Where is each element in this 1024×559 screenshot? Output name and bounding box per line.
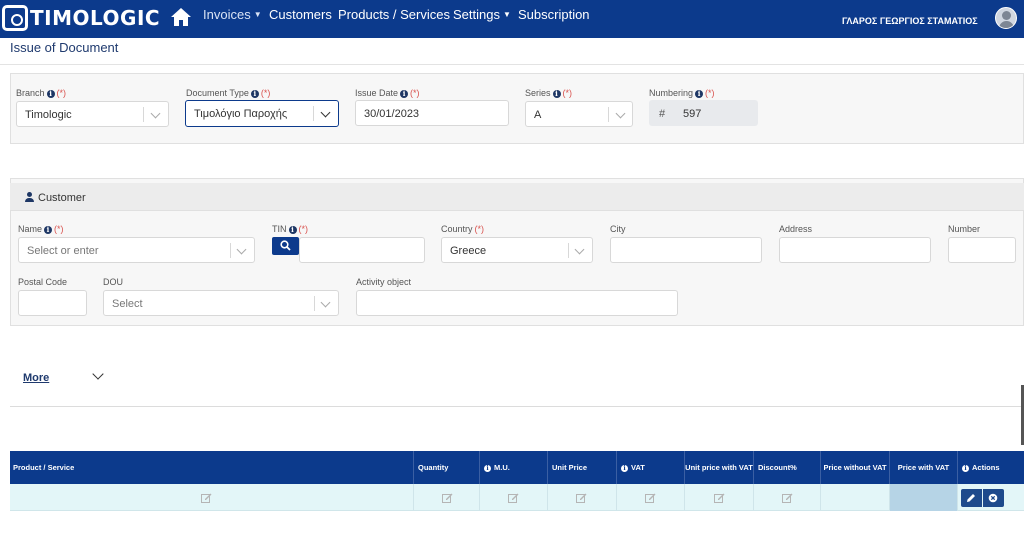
chevron-down-icon	[236, 244, 247, 255]
edit-icon[interactable]	[576, 493, 587, 503]
number-input[interactable]	[948, 237, 1016, 263]
col-quantity: Quantity	[414, 451, 480, 484]
info-icon: i	[250, 90, 259, 98]
nav-invoices[interactable]: Invoices ▼	[203, 7, 262, 22]
top-navbar: TIMOLOGIC Invoices ▼ Customers Products /…	[0, 0, 1024, 38]
chevron-down-icon	[574, 244, 585, 255]
branch-label: Branch i (*)	[16, 88, 67, 98]
tin-search-button[interactable]	[272, 237, 299, 255]
page-title: Issue of Document	[10, 40, 119, 55]
chevron-down-icon	[320, 297, 331, 308]
customer-title: Customer	[38, 192, 86, 204]
cell-price-with-vat	[890, 484, 958, 511]
chevron-down-icon[interactable]	[92, 368, 104, 380]
edit-icon[interactable]	[714, 493, 725, 503]
cell-discount[interactable]	[754, 484, 821, 511]
cell-mu[interactable]	[480, 484, 548, 511]
series-select[interactable]: A	[525, 101, 633, 127]
info-icon: i	[46, 90, 55, 98]
series-label: Series i (*)	[525, 88, 573, 98]
info-icon: i	[400, 90, 409, 98]
info-icon: i	[288, 226, 297, 234]
nav-products-services[interactable]: Products / Services	[338, 7, 450, 22]
items-table-header: Product / Service Quantity i M.U. Unit Pr…	[10, 451, 1024, 484]
col-product-service: Product / Service	[10, 451, 414, 484]
col-discount: Discount%	[754, 451, 821, 484]
close-circle-icon	[988, 493, 998, 503]
col-actions: i Actions	[958, 451, 1024, 484]
nav-subscription[interactable]: Subscription	[518, 7, 590, 22]
chevron-down-icon	[150, 108, 161, 119]
numbering-field: # 597	[649, 100, 758, 126]
tin-input[interactable]	[299, 237, 425, 263]
delete-row-button[interactable]	[983, 489, 1004, 507]
cell-price-without-vat	[821, 484, 890, 511]
more-link[interactable]: More	[23, 372, 49, 384]
logo[interactable]: TIMOLOGIC	[2, 5, 160, 31]
postal-code-input[interactable]	[18, 290, 87, 316]
edit-icon[interactable]	[442, 493, 453, 503]
user-icon	[25, 192, 34, 202]
tin-label: TIN i (*)	[272, 224, 308, 234]
address-label: Address	[779, 224, 813, 234]
issue-date-input[interactable]: 30/01/2023	[355, 100, 509, 126]
issue-date-label: Issue Date i (*)	[355, 88, 420, 98]
branch-select[interactable]: Timologic	[16, 101, 169, 127]
edit-icon[interactable]	[782, 493, 793, 503]
cell-unit-price-with-vat[interactable]	[685, 484, 754, 511]
divider	[10, 406, 1024, 407]
divider	[0, 64, 1024, 65]
cell-product-service[interactable]	[10, 484, 414, 511]
activity-input[interactable]	[356, 290, 678, 316]
username[interactable]: ΓΛΑΡΟΣ ΓΕΩΡΓΙΟΣ ΣΤΑΜΑΤΙΟΣ	[842, 16, 978, 26]
search-icon	[280, 240, 291, 251]
activity-label: Activity object	[356, 277, 412, 287]
city-label: City	[610, 224, 626, 234]
info-icon: i	[962, 465, 969, 472]
dou-label: DOU	[103, 277, 123, 287]
table-row	[10, 484, 1024, 511]
numbering-label: Numbering i (*)	[649, 88, 715, 98]
info-icon: i	[44, 226, 53, 234]
dou-select[interactable]: Select	[103, 290, 339, 316]
cell-actions	[958, 484, 1024, 511]
home-icon[interactable]	[170, 7, 192, 27]
nav-settings[interactable]: Settings ▼	[453, 7, 511, 22]
logo-icon	[2, 5, 28, 31]
customer-header: Customer	[10, 183, 1024, 211]
document-type-label: Document Type i (*)	[186, 88, 271, 98]
customer-name-select[interactable]: Select or enter	[18, 237, 255, 263]
nav-customers[interactable]: Customers	[269, 7, 332, 22]
country-label: Country (*)	[441, 224, 485, 234]
city-input[interactable]	[610, 237, 762, 263]
info-icon: i	[484, 465, 491, 472]
logo-text: TIMOLOGIC	[30, 6, 161, 30]
cell-unit-price[interactable]	[548, 484, 617, 511]
info-icon: i	[621, 465, 628, 472]
col-vat: i VAT	[617, 451, 685, 484]
info-icon: i	[552, 90, 561, 98]
col-unit-price-with-vat: Unit price with VAT	[685, 451, 754, 484]
document-type-select[interactable]: Τιμολόγιο Παροχής	[185, 100, 339, 127]
info-icon: i	[695, 90, 704, 98]
chevron-down-icon	[320, 107, 331, 118]
col-unit-price: Unit Price	[548, 451, 617, 484]
country-select[interactable]: Greece	[441, 237, 593, 263]
avatar-icon[interactable]	[995, 7, 1017, 29]
edit-row-button[interactable]	[961, 489, 982, 507]
edit-icon[interactable]	[645, 493, 656, 503]
postal-code-label: Postal Code	[18, 277, 68, 287]
col-mu: i M.U.	[480, 451, 548, 484]
cell-quantity[interactable]	[414, 484, 480, 511]
chevron-down-icon	[615, 108, 626, 119]
cell-vat[interactable]	[617, 484, 685, 511]
edit-icon[interactable]	[201, 493, 212, 503]
number-label: Number	[948, 224, 981, 234]
pencil-icon	[967, 494, 975, 502]
customer-name-label: Name i (*)	[18, 224, 64, 234]
col-price-without-vat: Price without VAT	[821, 451, 890, 484]
address-input[interactable]	[779, 237, 931, 263]
edit-icon[interactable]	[508, 493, 519, 503]
col-price-with-vat: Price with VAT	[890, 451, 958, 484]
